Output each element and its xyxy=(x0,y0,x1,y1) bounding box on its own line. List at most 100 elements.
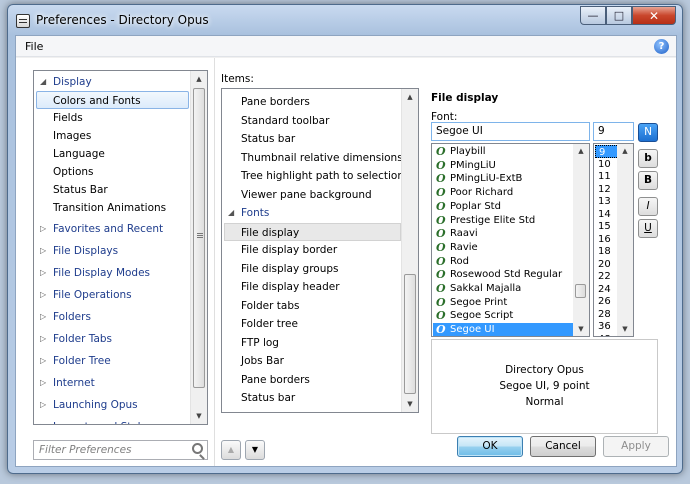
scroll-up-icon[interactable]: ▲ xyxy=(573,144,589,158)
cancel-button[interactable]: Cancel xyxy=(530,436,596,457)
list-item[interactable]: Standard toolbar xyxy=(222,112,401,130)
collapsed-arrow-icon[interactable]: ▷ xyxy=(40,330,46,348)
font-list-item[interactable]: O Rod xyxy=(433,255,573,269)
search-icon[interactable] xyxy=(192,443,203,454)
tree-scrollbar[interactable]: ▲ ▼ xyxy=(190,71,207,424)
items-scroll-thumb[interactable] xyxy=(404,274,416,394)
tree-item[interactable]: Transition Animations xyxy=(34,199,191,217)
italic-style-button[interactable]: I xyxy=(638,197,658,216)
items-category[interactable]: ◢ Fonts xyxy=(222,204,401,222)
list-item[interactable]: Status bar xyxy=(222,389,401,407)
tree-category[interactable]: ◢ Display xyxy=(34,73,191,91)
font-size-item[interactable]: 9 xyxy=(595,145,619,158)
scroll-down-icon[interactable]: ▼ xyxy=(573,322,589,336)
collapsed-arrow-icon[interactable]: ▷ xyxy=(40,220,46,238)
menu-file[interactable]: File xyxy=(25,40,43,53)
font-list-item[interactable]: O Poplar Std xyxy=(433,200,573,214)
list-item[interactable]: Thumbnail labels xyxy=(222,408,401,413)
font-size-item[interactable]: 20 xyxy=(595,258,619,271)
scroll-up-icon[interactable]: ▲ xyxy=(191,71,207,87)
collapsed-arrow-icon[interactable]: ▷ xyxy=(40,264,46,282)
list-item[interactable]: Tree highlight path to selection xyxy=(222,167,404,185)
list-item[interactable]: Thumbnail relative dimensions xyxy=(222,149,403,167)
font-list-item[interactable]: O Prestige Elite Std xyxy=(433,214,573,228)
tree-category[interactable]: ▷ Launching Opus xyxy=(34,396,191,414)
list-item[interactable]: Pane borders xyxy=(222,93,401,111)
list-item[interactable]: File display groups xyxy=(222,260,401,278)
font-size-item[interactable]: 18 xyxy=(595,245,619,258)
title-bar[interactable]: Preferences - Directory Opus — □ ✕ xyxy=(8,5,682,35)
font-size-list[interactable]: 4836282624222018161514131211109 ▲ ▼ xyxy=(593,143,634,337)
move-down-button[interactable]: ▼ xyxy=(245,440,265,460)
extra-bold-style-button[interactable]: B xyxy=(638,171,658,190)
expanded-arrow-icon[interactable]: ◢ xyxy=(40,73,46,91)
collapsed-arrow-icon[interactable]: ▷ xyxy=(40,286,46,304)
tree-category[interactable]: ▷ File Displays xyxy=(34,242,191,260)
ok-button[interactable]: OK xyxy=(457,436,523,457)
list-item[interactable]: Viewer pane background xyxy=(222,186,401,204)
font-size-input[interactable]: 9 xyxy=(593,122,634,141)
font-size-item[interactable]: 14 xyxy=(595,208,619,221)
font-list-item[interactable]: O Segoe UI xyxy=(433,323,573,336)
font-size-item[interactable]: 36 xyxy=(595,320,619,333)
font-list[interactable]: O Segoe UI O Segoe Script O Segoe Print O Sakka… xyxy=(431,143,590,337)
tree-item[interactable]: Options xyxy=(34,163,191,181)
collapsed-arrow-icon[interactable]: ▷ xyxy=(40,418,46,424)
tree-category[interactable]: ▷ File Operations xyxy=(34,286,191,304)
list-item[interactable]: File display header xyxy=(222,278,401,296)
font-list-item[interactable]: O Rosewood Std Regular xyxy=(433,268,573,282)
list-item[interactable]: Status bar xyxy=(222,130,401,148)
tree-category[interactable]: ▷ Folder Tabs xyxy=(34,330,191,348)
font-list-item[interactable]: O Sakkal Majalla xyxy=(433,282,573,296)
font-size-item[interactable]: 48 xyxy=(595,333,619,337)
tree-item[interactable]: Status Bar xyxy=(34,181,191,199)
tree-category[interactable]: ▷ Layouts and Styles xyxy=(34,418,191,424)
list-item[interactable]: Folder tabs xyxy=(222,297,401,315)
font-list-item[interactable]: O Poor Richard xyxy=(433,186,573,200)
font-list-item[interactable]: O PMingLiU-ExtB xyxy=(433,172,573,186)
list-item[interactable]: File display border xyxy=(222,241,401,259)
tree-item[interactable]: Images xyxy=(34,127,191,145)
underline-style-button[interactable]: U xyxy=(638,219,658,238)
preferences-tree[interactable]: ▷ Layouts and Styles ▷ Launching Opus ▷ Inter… xyxy=(33,70,208,425)
font-size-item[interactable]: 12 xyxy=(595,183,619,196)
font-size-item[interactable]: 24 xyxy=(595,283,619,296)
close-button[interactable]: ✕ xyxy=(632,6,676,25)
tree-category[interactable]: ▷ Folders xyxy=(34,308,191,326)
minimize-button[interactable]: — xyxy=(580,6,606,25)
scroll-down-icon[interactable]: ▼ xyxy=(402,396,418,412)
scroll-down-icon[interactable]: ▼ xyxy=(191,408,207,424)
font-size-item[interactable]: 22 xyxy=(595,270,619,283)
expanded-arrow-icon[interactable]: ◢ xyxy=(228,204,234,222)
font-size-item[interactable]: 13 xyxy=(595,195,619,208)
font-list-scroll-thumb[interactable] xyxy=(575,284,586,298)
font-list-item[interactable]: O Segoe Script xyxy=(433,309,573,323)
font-size-item[interactable]: 11 xyxy=(595,170,619,183)
filter-preferences-input[interactable]: Filter Preferences xyxy=(33,440,208,460)
collapsed-arrow-icon[interactable]: ▷ xyxy=(40,308,46,326)
items-list[interactable]: Thumbnail labels Status bar Pane borders Jo… xyxy=(221,88,419,413)
tree-item[interactable]: Language xyxy=(34,145,191,163)
list-item[interactable]: FTP log xyxy=(222,334,401,352)
bold-style-button[interactable]: b xyxy=(638,149,658,168)
font-list-item[interactable]: O Segoe Print xyxy=(433,296,573,310)
size-list-scrollbar[interactable]: ▲ ▼ xyxy=(617,144,633,336)
list-item[interactable]: Pane borders xyxy=(222,371,401,389)
collapsed-arrow-icon[interactable]: ▷ xyxy=(40,396,46,414)
font-size-item[interactable]: 10 xyxy=(595,158,619,171)
font-size-item[interactable]: 16 xyxy=(595,233,619,246)
tree-category[interactable]: ▷ Folder Tree xyxy=(34,352,191,370)
apply-button[interactable]: Apply xyxy=(603,436,669,457)
tree-category[interactable]: ▷ Favorites and Recent xyxy=(34,220,191,238)
list-item[interactable]: Folder tree xyxy=(222,315,401,333)
tree-category[interactable]: ▷ File Display Modes xyxy=(34,264,191,282)
items-scrollbar[interactable]: ▲ ▼ xyxy=(401,89,418,412)
list-item[interactable]: Jobs Bar xyxy=(222,352,401,370)
tree-scroll-thumb[interactable] xyxy=(193,88,205,388)
scroll-down-icon[interactable]: ▼ xyxy=(617,322,633,336)
scroll-up-icon[interactable]: ▲ xyxy=(402,89,418,105)
tree-category[interactable]: ▷ Internet xyxy=(34,374,191,392)
font-list-scrollbar[interactable]: ▲ ▼ xyxy=(573,144,589,336)
font-size-item[interactable]: 15 xyxy=(595,220,619,233)
font-size-item[interactable]: 28 xyxy=(595,308,619,321)
